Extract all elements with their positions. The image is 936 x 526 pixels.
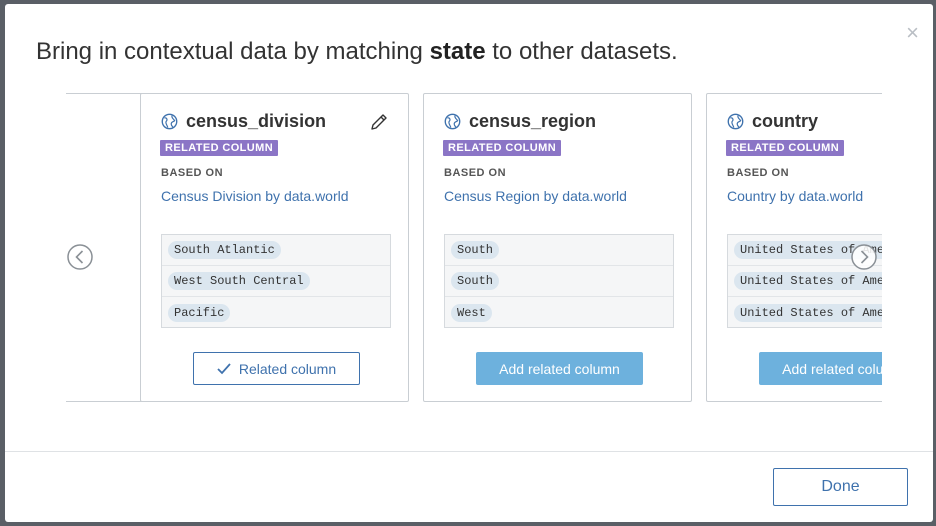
sample-value: West South Central — [168, 272, 310, 290]
based-on-label: BASED ON — [727, 167, 790, 179]
sample-row: United States of America — [728, 266, 882, 297]
footer-divider — [5, 451, 933, 452]
dialog: × Bring in contextual data by matching s… — [5, 4, 933, 522]
title-prefix: Bring in contextual data by matching — [36, 38, 430, 65]
sample-row: South — [445, 235, 673, 266]
sample-value: West — [451, 303, 492, 322]
source-dataset-link[interactable]: Census Region by data.world — [444, 188, 627, 204]
sample-value: United States of America — [734, 272, 882, 290]
add-related-column-button[interactable]: Add related column — [759, 352, 882, 385]
card-census-region: census_region RELATED COLUMN BASED ON Ce… — [423, 93, 692, 402]
card-census-division: census_division RELATED COLUMN BASED ON … — [140, 93, 409, 402]
title-suffix: to other datasets. — [485, 38, 678, 65]
column-name: census_division — [186, 111, 327, 131]
checkmark-icon — [217, 362, 231, 374]
sample-values: South South West — [444, 234, 674, 328]
related-column-button[interactable]: Related column — [193, 352, 360, 385]
sample-value: South Atlantic — [168, 241, 281, 259]
sample-values: South Atlantic West South Central Pacifi… — [161, 234, 391, 328]
sample-value: South — [451, 272, 500, 290]
column-name: census_region — [469, 111, 597, 131]
sample-value: United States of America — [734, 303, 882, 322]
sample-value: Pacific — [168, 303, 231, 322]
globe-icon — [444, 113, 461, 130]
related-column-badge: RELATED COLUMN — [726, 140, 845, 156]
related-column-badge: RELATED COLUMN — [443, 140, 562, 156]
based-on-label: BASED ON — [161, 167, 224, 179]
sample-row: South Atlantic — [162, 235, 390, 266]
sample-row: United States of America — [728, 297, 882, 328]
sample-value: South — [451, 241, 500, 259]
add-related-column-button[interactable]: Add related column — [476, 352, 643, 385]
sample-row: West South Central — [162, 266, 390, 297]
chevron-right-circle-icon[interactable] — [851, 244, 877, 270]
globe-icon — [161, 113, 178, 130]
button-label: Related column — [238, 360, 337, 377]
related-column-badge: RELATED COLUMN — [160, 140, 279, 156]
title-key-column: state — [429, 38, 486, 65]
close-button[interactable]: × — [906, 22, 919, 44]
sample-row: Pacific — [162, 297, 390, 328]
column-name: country — [752, 111, 819, 131]
dialog-title: Bring in contextual data by matching sta… — [36, 38, 678, 66]
based-on-label: BASED ON — [444, 167, 507, 179]
sample-row: West — [445, 297, 673, 328]
globe-icon — [727, 113, 744, 130]
chevron-left-circle-icon[interactable] — [67, 244, 93, 270]
related-columns-carousel: ld census_division RELATED COLUMN BASED … — [66, 92, 882, 408]
sample-row: South — [445, 266, 673, 297]
done-button[interactable]: Done — [773, 468, 908, 506]
pencil-icon[interactable] — [369, 112, 389, 132]
source-dataset-link[interactable]: Census Division by data.world — [161, 188, 349, 204]
source-dataset-link[interactable]: Country by data.world — [727, 188, 863, 204]
